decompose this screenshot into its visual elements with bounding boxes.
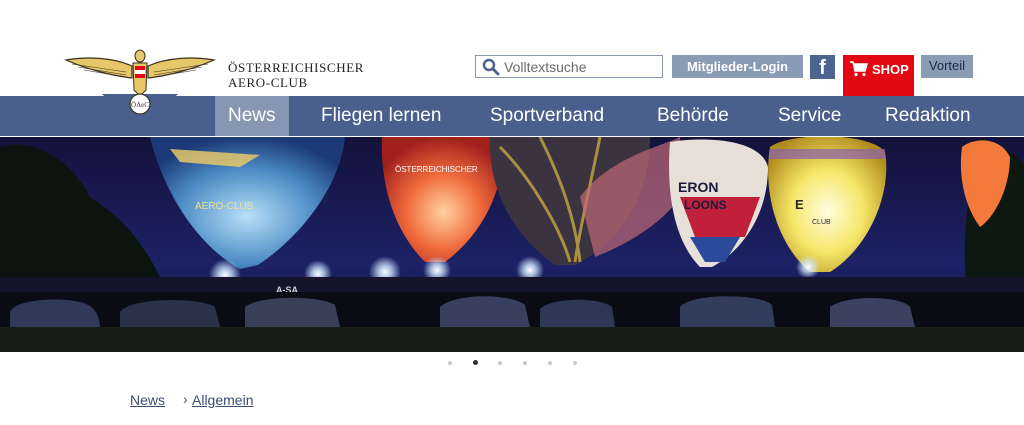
balloon-text-3: ERON bbox=[678, 179, 718, 195]
nav-item-service[interactable]: Service bbox=[765, 96, 854, 136]
slider-dot[interactable] bbox=[573, 361, 577, 365]
hero-slider-image[interactable]: AERO-CLUB ÖSTERREICHISCHER ERON LOONS E … bbox=[0, 137, 1024, 352]
balloon-text-4: LOONS bbox=[684, 198, 727, 212]
site-header: ÖAeC ÖSTERREICHISCHER AERO-CLUB Mitglied… bbox=[0, 0, 1024, 132]
org-name[interactable]: ÖSTERREICHISCHER AERO-CLUB bbox=[228, 60, 364, 90]
slider-dot[interactable] bbox=[548, 361, 552, 365]
org-name-line1: ÖSTERREICHISCHER bbox=[228, 60, 365, 75]
shop-label: SHOP bbox=[872, 62, 909, 77]
nav-item-behoerde[interactable]: Behörde bbox=[644, 96, 742, 136]
shopping-cart-icon bbox=[850, 61, 868, 77]
slider-dot[interactable] bbox=[498, 361, 502, 365]
slider-dot-active[interactable] bbox=[473, 360, 478, 365]
facebook-icon[interactable]: f bbox=[810, 55, 835, 79]
breadcrumb-link-news[interactable]: News bbox=[130, 392, 165, 408]
breadcrumb-link-allgemein[interactable]: Allgemein bbox=[192, 392, 253, 408]
balloon-text-1: AERO-CLUB bbox=[195, 201, 254, 212]
nav-item-fliegen-lernen[interactable]: Fliegen lernen bbox=[308, 96, 454, 136]
balloon-text-6: CLUB bbox=[812, 219, 831, 226]
chevron-right-icon: › bbox=[183, 391, 188, 407]
aero-club-logo[interactable]: ÖAeC bbox=[64, 46, 216, 132]
nav-item-sportverband[interactable]: Sportverband bbox=[477, 96, 617, 136]
search-input[interactable] bbox=[504, 58, 656, 75]
balloon-text-2: ÖSTERREICHISCHER bbox=[395, 165, 478, 174]
shop-button[interactable]: SHOP bbox=[843, 55, 914, 96]
balloon-night-scene: AERO-CLUB ÖSTERREICHISCHER ERON LOONS E … bbox=[0, 137, 1024, 352]
member-login-button[interactable]: Mitglieder-Login bbox=[672, 55, 803, 78]
vorteil-button[interactable]: Vorteil bbox=[921, 55, 973, 78]
org-name-line2: AERO-CLUB bbox=[228, 75, 308, 90]
slider-dot[interactable] bbox=[448, 361, 452, 365]
search-box bbox=[475, 55, 663, 78]
breadcrumb: News › Allgemein bbox=[130, 391, 253, 408]
nav-item-redaktion[interactable]: Redaktion bbox=[872, 96, 984, 136]
balloon-text-5: E bbox=[795, 197, 804, 212]
logo-monogram: ÖAeC bbox=[131, 101, 149, 109]
search-icon[interactable] bbox=[482, 58, 500, 76]
slider-dot[interactable] bbox=[523, 361, 527, 365]
slider-pagination bbox=[0, 357, 1024, 369]
nav-item-news[interactable]: News bbox=[215, 96, 289, 136]
